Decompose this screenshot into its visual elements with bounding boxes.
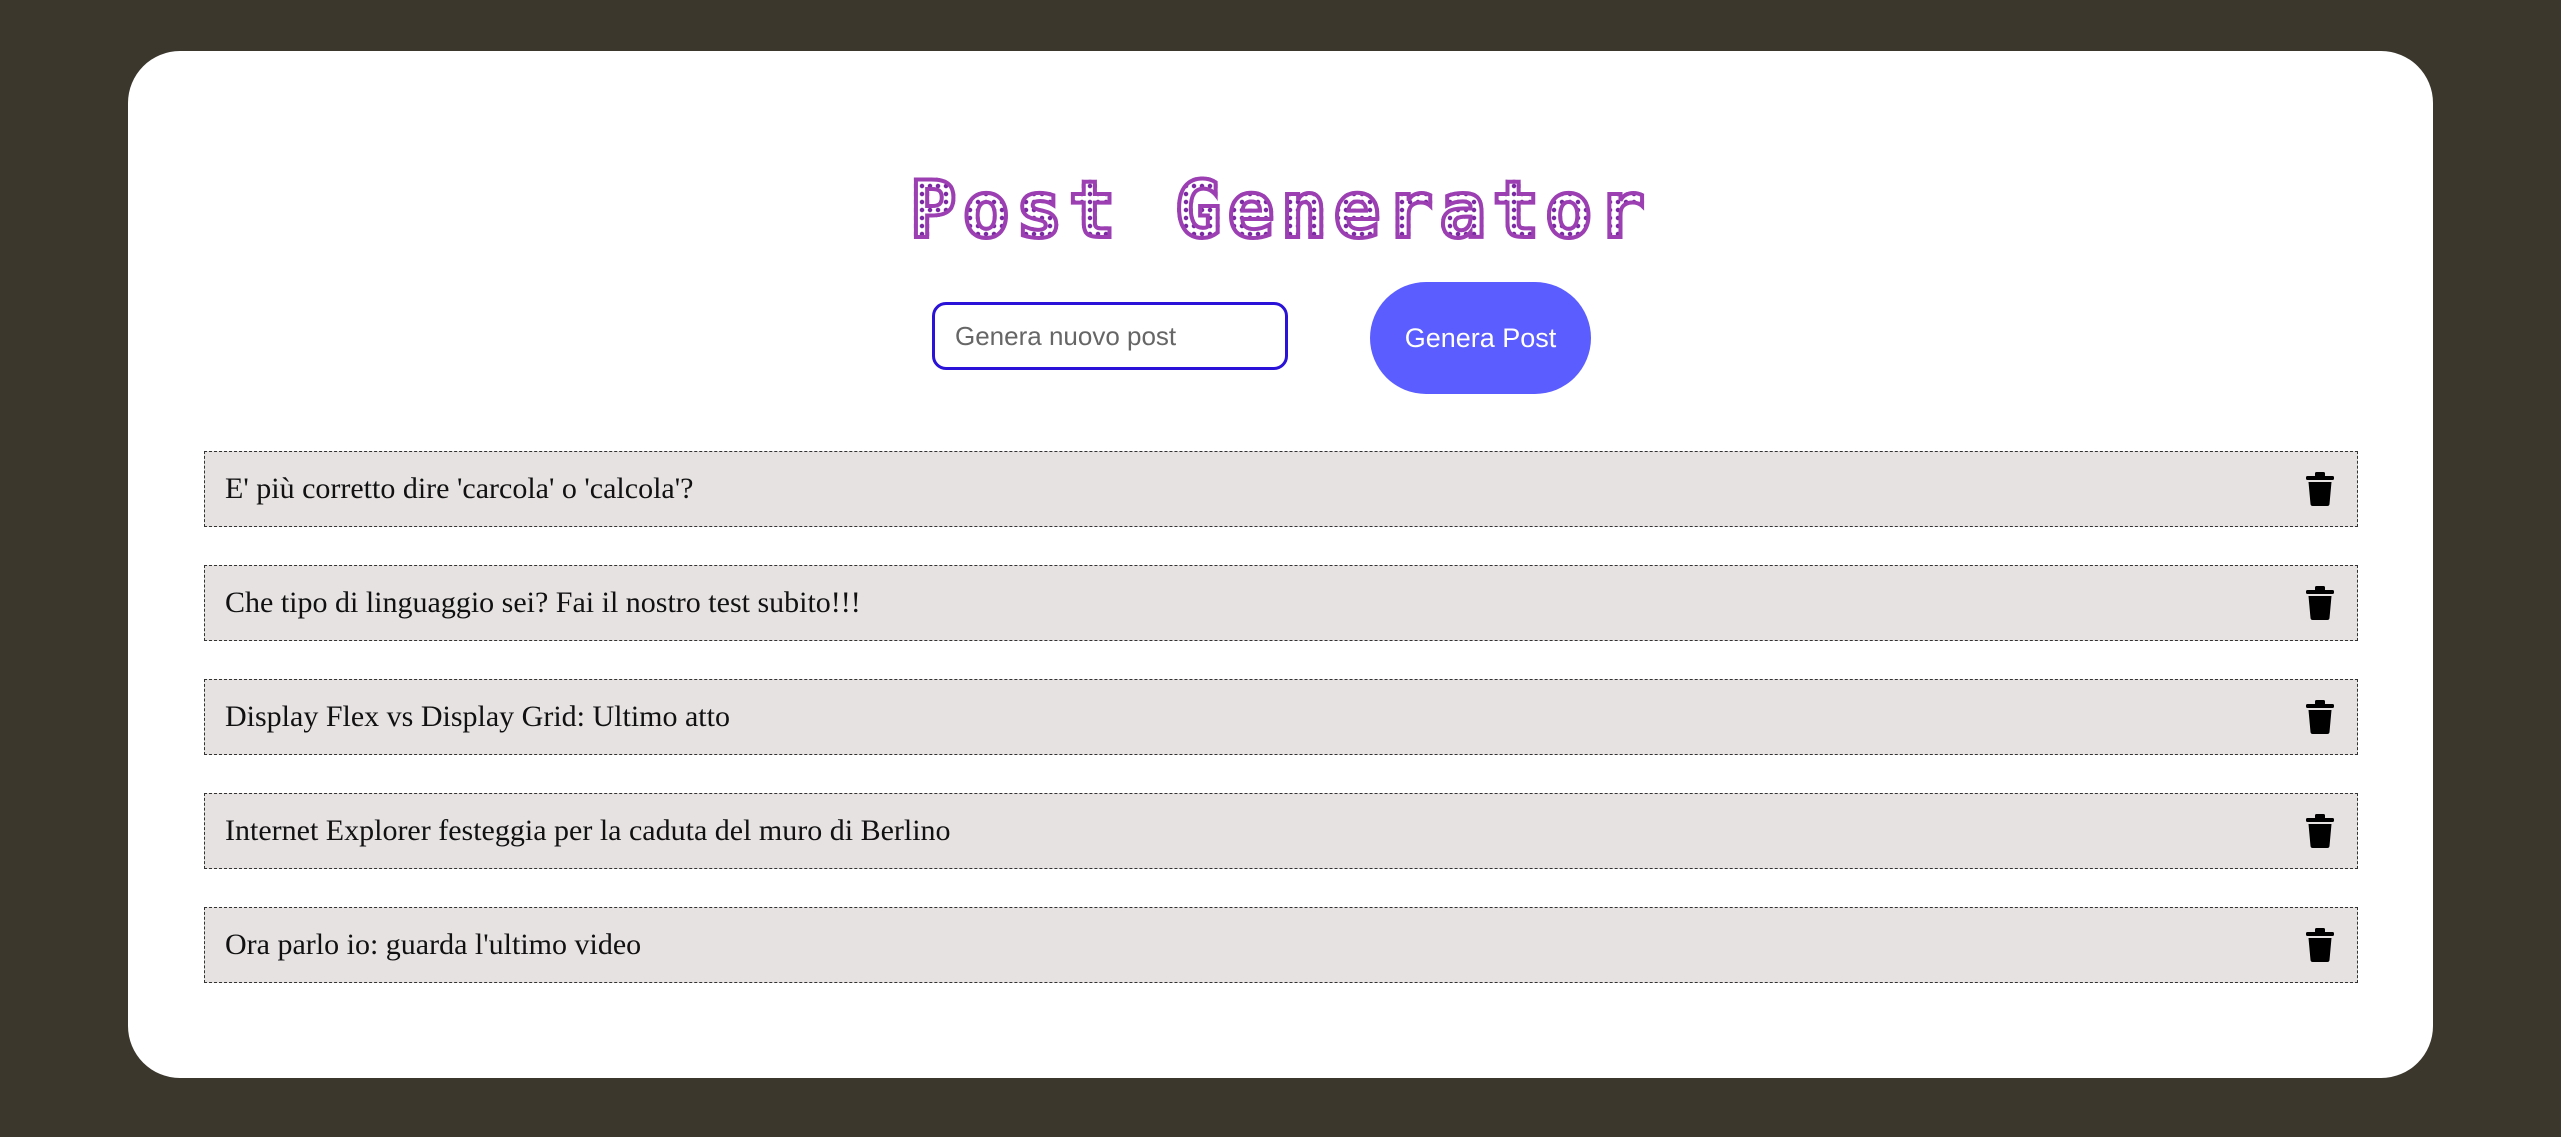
post-item: Display Flex vs Display Grid: Ultimo att…: [204, 679, 2358, 755]
post-text: Display Flex vs Display Grid: Ultimo att…: [225, 700, 730, 733]
post-text: Internet Explorer festeggia per la cadut…: [225, 814, 951, 847]
trash-icon[interactable]: [2303, 812, 2337, 850]
trash-icon[interactable]: [2303, 926, 2337, 964]
post-text: E' più corretto dire 'carcola' o 'calcol…: [225, 472, 694, 505]
post-text: Che tipo di linguaggio sei? Fai il nostr…: [225, 586, 861, 619]
title-area: Post Generator: [128, 141, 2433, 281]
post-item: E' più corretto dire 'carcola' o 'calcol…: [204, 451, 2358, 527]
app-card: Post Generator Genera Post E' più corret…: [128, 51, 2433, 1078]
post-text: Ora parlo io: guarda l'ultimo video: [225, 928, 642, 961]
post-item: Internet Explorer festeggia per la cadut…: [204, 793, 2358, 869]
post-item: Ora parlo io: guarda l'ultimo video: [204, 907, 2358, 983]
trash-icon[interactable]: [2303, 470, 2337, 508]
trash-icon[interactable]: [2303, 584, 2337, 622]
generate-post-button[interactable]: Genera Post: [1370, 282, 1591, 394]
page-title: Post Generator: [908, 164, 1652, 258]
trash-icon[interactable]: [2303, 698, 2337, 736]
post-form: Genera Post: [128, 282, 2433, 394]
post-list: E' più corretto dire 'carcola' o 'calcol…: [204, 451, 2358, 1021]
post-item: Che tipo di linguaggio sei? Fai il nostr…: [204, 565, 2358, 641]
new-post-input[interactable]: [932, 302, 1288, 370]
